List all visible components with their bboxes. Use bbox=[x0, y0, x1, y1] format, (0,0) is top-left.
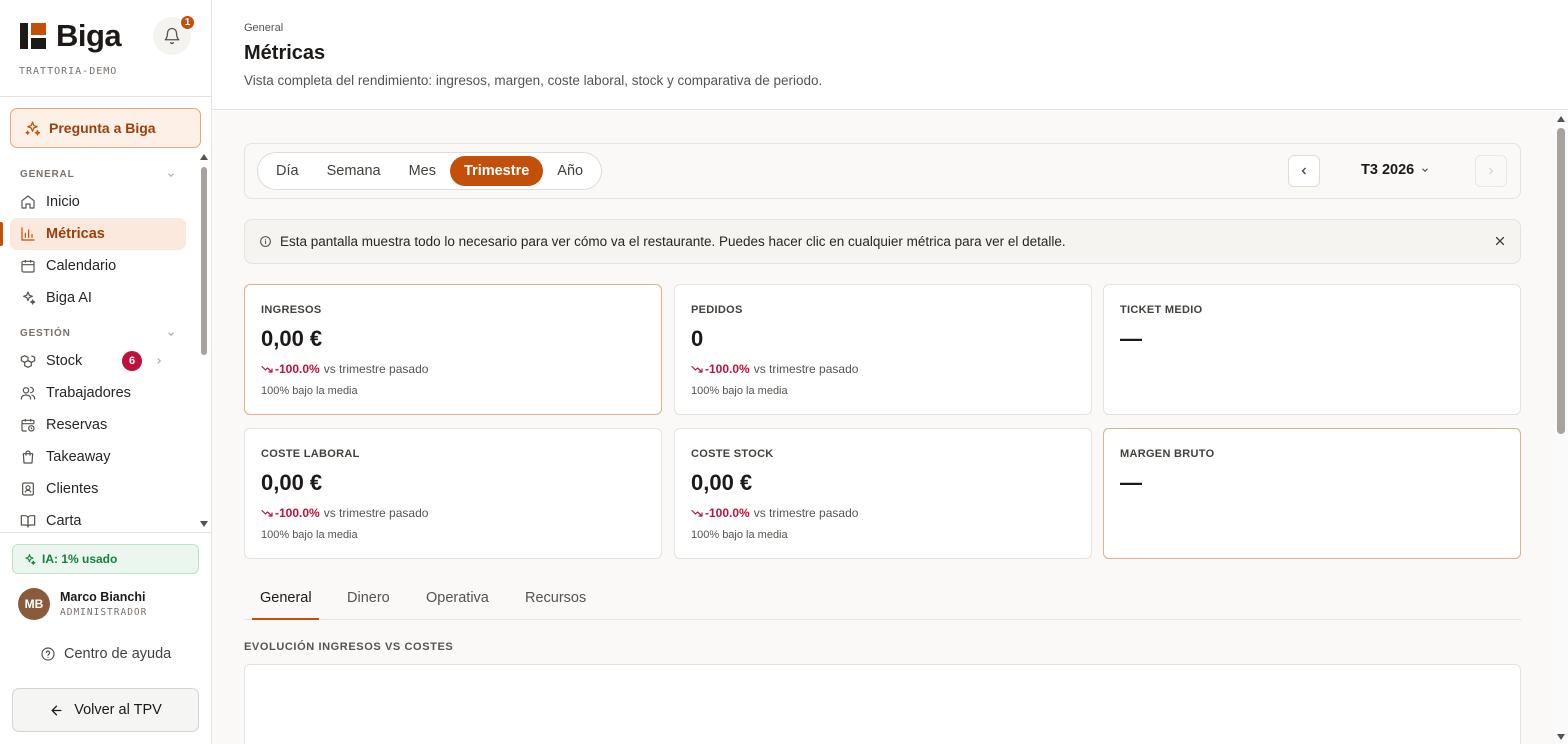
metric-card-coste-laboral[interactable]: COSTE LABORAL 0,00 € -100.0% vs trimestr… bbox=[244, 428, 662, 559]
scroll-up-arrow-icon[interactable] bbox=[199, 153, 209, 161]
sparkles-icon bbox=[23, 291, 36, 305]
ai-usage-badge[interactable]: IA: 1% usado bbox=[12, 544, 199, 574]
metric-card-ingresos[interactable]: INGRESOS 0,00 € -100.0% vs trimestre pas… bbox=[244, 284, 662, 415]
ask-biga-button[interactable]: Pregunta a Biga bbox=[10, 108, 201, 148]
calendar-icon bbox=[21, 260, 35, 273]
main-scrollbar-thumb[interactable] bbox=[1557, 128, 1565, 434]
divider bbox=[0, 96, 212, 97]
previous-period-button[interactable] bbox=[1288, 155, 1320, 187]
scroll-down-arrow-icon[interactable] bbox=[199, 520, 209, 528]
page-subtitle: Vista completa del rendimiento: ingresos… bbox=[244, 73, 823, 88]
scroll-up-arrow-icon[interactable] bbox=[1556, 115, 1566, 123]
metric-card-margen-bruto[interactable]: MARGEN BRUTO — bbox=[1103, 428, 1521, 559]
trending-down-icon bbox=[691, 365, 703, 373]
chevron-down-icon bbox=[1422, 168, 1429, 172]
breadcrumb[interactable]: General bbox=[244, 22, 283, 34]
info-banner-text: Esta pantalla muestra todo lo necesario … bbox=[280, 234, 1066, 249]
sparkles-icon bbox=[25, 120, 41, 136]
period-option-dia[interactable]: Día bbox=[262, 156, 313, 186]
main-area: General Métricas Vista completa del rend… bbox=[212, 0, 1568, 744]
info-icon bbox=[260, 236, 271, 247]
period-option-ano[interactable]: Año bbox=[543, 156, 597, 186]
avatar: MB bbox=[18, 588, 50, 620]
chevron-left-icon bbox=[1301, 167, 1306, 175]
metrics-tabs: General Dinero Operativa Recursos bbox=[244, 580, 1521, 620]
period-selector-bar: Día Semana Mes Trimestre Año T3 2026 bbox=[244, 143, 1521, 199]
boxes-icon bbox=[20, 355, 36, 368]
biga-logo-icon bbox=[20, 23, 46, 49]
bell-icon bbox=[164, 27, 180, 45]
metric-card-ticket-medio[interactable]: TICKET MEDIO — bbox=[1103, 284, 1521, 415]
divider bbox=[0, 532, 212, 533]
nav-section-gestion[interactable]: GESTIÓN bbox=[20, 328, 176, 339]
user-role: ADMINISTRADOR bbox=[60, 607, 148, 618]
info-banner: Esta pantalla muestra todo lo necesario … bbox=[244, 219, 1521, 264]
sidebar-scrollbar-thumb[interactable] bbox=[201, 167, 207, 355]
sparkles-icon bbox=[25, 553, 36, 565]
tab-general[interactable]: General bbox=[260, 590, 312, 620]
notifications-badge: 1 bbox=[179, 14, 196, 31]
home-icon bbox=[21, 195, 35, 209]
contact-icon bbox=[22, 482, 34, 496]
arrow-left-icon bbox=[51, 705, 62, 715]
close-icon[interactable] bbox=[1493, 234, 1507, 248]
chevron-down-icon bbox=[168, 331, 174, 336]
page-header: General Métricas Vista completa del rend… bbox=[212, 0, 1568, 110]
ask-biga-label: Pregunta a Biga bbox=[49, 120, 156, 136]
period-option-semana[interactable]: Semana bbox=[313, 156, 395, 186]
stock-alert-badge: 6 bbox=[122, 351, 142, 371]
calendar-clock-icon bbox=[21, 419, 35, 432]
tab-dinero[interactable]: Dinero bbox=[347, 590, 390, 620]
chevron-right-icon bbox=[1489, 167, 1494, 175]
sidebar-item-reservas[interactable]: Reservas bbox=[10, 409, 186, 441]
nav-section-general[interactable]: GENERAL bbox=[20, 169, 176, 180]
trending-down-icon bbox=[261, 509, 273, 517]
sidebar-item-biga-ai[interactable]: Biga AI bbox=[10, 282, 186, 314]
user-name: Marco Bianchi bbox=[60, 590, 146, 604]
revenue-vs-costs-chart bbox=[244, 664, 1521, 744]
period-option-mes[interactable]: Mes bbox=[395, 156, 450, 186]
period-granularity-toggle: Día Semana Mes Trimestre Año bbox=[257, 152, 603, 190]
users-icon bbox=[20, 386, 36, 400]
active-nav-marker bbox=[0, 222, 3, 246]
metric-card-coste-stock[interactable]: COSTE STOCK 0,00 € -100.0% vs trimestre … bbox=[674, 428, 1092, 559]
period-dropdown[interactable]: T3 2026 bbox=[1361, 162, 1430, 178]
sidebar-item-clientes[interactable]: Clientes bbox=[10, 473, 186, 505]
active-tab-indicator bbox=[252, 618, 319, 620]
help-circle-icon bbox=[41, 647, 55, 661]
metrics-content: Día Semana Mes Trimestre Año T3 2026 Est… bbox=[212, 111, 1554, 744]
page-title: Métricas bbox=[244, 42, 326, 64]
help-center-link[interactable]: Centro de ayuda bbox=[40, 646, 171, 662]
tab-operativa[interactable]: Operativa bbox=[426, 590, 489, 620]
sidebar-item-inicio[interactable]: Inicio bbox=[10, 186, 186, 218]
shopping-bag-icon bbox=[22, 450, 34, 464]
metric-card-pedidos[interactable]: PEDIDOS 0 -100.0% vs trimestre pasado 10… bbox=[674, 284, 1092, 415]
section-title: EVOLUCIÓN INGRESOS VS COSTES bbox=[244, 641, 454, 653]
period-option-trimestre[interactable]: Trimestre bbox=[450, 156, 544, 186]
trending-down-icon bbox=[691, 509, 703, 517]
chevron-right-icon[interactable] bbox=[154, 356, 164, 366]
bar-chart-icon bbox=[21, 227, 35, 241]
book-icon bbox=[20, 515, 36, 528]
brand-logo[interactable]: Biga bbox=[20, 18, 122, 53]
brand-name: Biga bbox=[56, 18, 122, 53]
trending-down-icon bbox=[261, 365, 273, 373]
sidebar-item-calendario[interactable]: Calendario bbox=[10, 250, 186, 282]
next-period-button[interactable] bbox=[1475, 155, 1507, 187]
tab-recursos[interactable]: Recursos bbox=[525, 590, 586, 620]
sidebar-item-takeaway[interactable]: Takeaway bbox=[10, 441, 186, 473]
scroll-down-arrow-icon[interactable] bbox=[1556, 733, 1566, 741]
back-to-pos-button[interactable]: Volver al TPV bbox=[12, 688, 199, 732]
sidebar-item-trabajadores[interactable]: Trabajadores bbox=[10, 377, 186, 409]
sidebar: Biga TRATTORIA-DEMO 1 Pregunta a Biga GE… bbox=[0, 0, 212, 744]
sidebar-item-metricas[interactable]: Métricas bbox=[10, 218, 186, 250]
chevron-down-icon bbox=[168, 172, 174, 177]
user-profile[interactable]: MB Marco Bianchi ADMINISTRADOR bbox=[18, 588, 147, 620]
tenant-name: TRATTORIA-DEMO bbox=[19, 66, 118, 77]
